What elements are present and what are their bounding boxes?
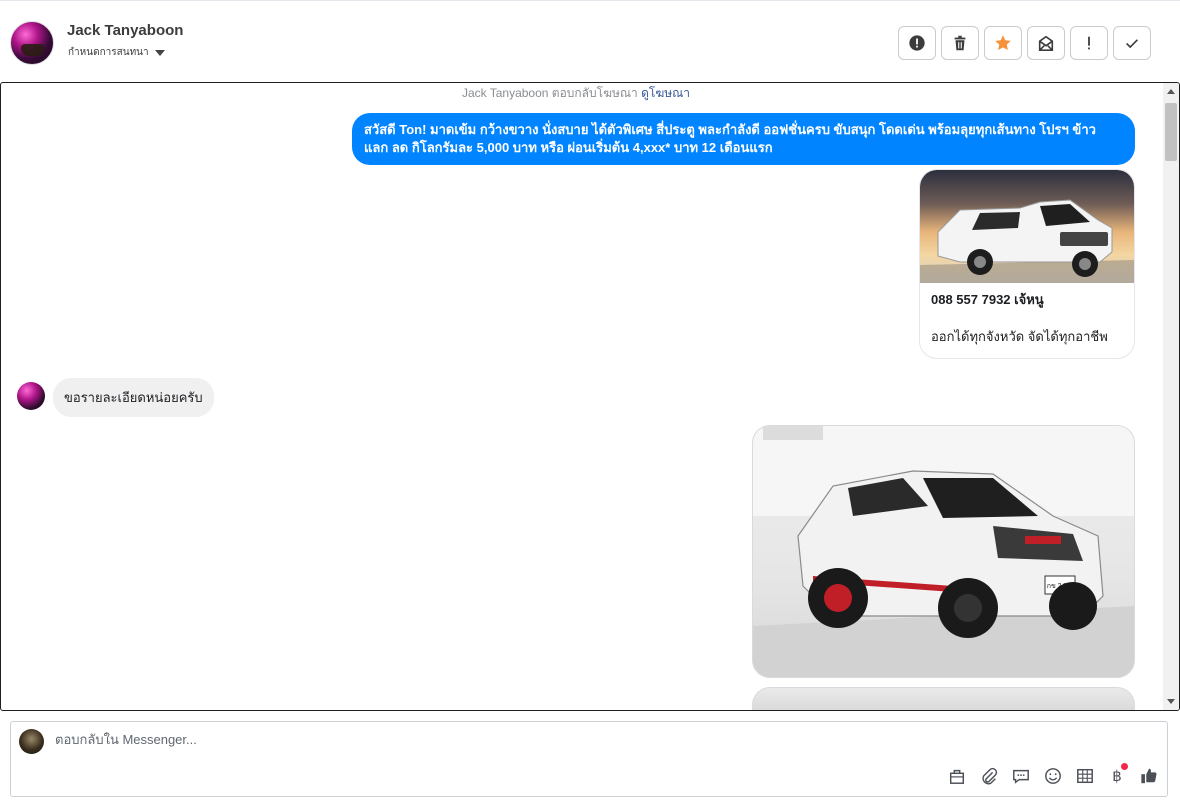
truck-photo-attachment[interactable]: กข 2488 [752,425,1135,678]
table-button[interactable] [1075,766,1095,786]
reply-input[interactable] [55,732,1055,747]
star-button[interactable] [984,26,1022,60]
action-buttons [898,26,1151,60]
composer-tools: ฿ [947,763,1159,786]
delete-button[interactable] [941,26,979,60]
paperclip-icon [982,767,998,785]
card-description-text: ออกได้ทุกจังหวัด จัดได้ทุกอาชีพ [931,329,1108,344]
conversation-status-dropdown[interactable]: กำหนดการสนทนา [68,45,165,60]
ad-reply-note: Jack Tanyaboon ตอบกลับโฆษณา ดูโฆษณา [1,84,1151,103]
saved-reply-icon [1013,769,1029,784]
check-icon [1126,39,1138,49]
outgoing-message-bubble: สวัสดี Ton! มาดเข้ม กว้างขวาง นั่งสบาย ไ… [352,113,1135,165]
table-icon [1077,768,1093,784]
user-name[interactable]: Jack Tanyaboon [67,22,183,39]
notification-dot [1121,763,1128,770]
trash-icon [954,35,966,51]
scroll-down-arrow-icon[interactable] [1167,699,1175,704]
sender-avatar[interactable] [17,382,45,410]
scroll-thumb[interactable] [1165,103,1177,161]
thread-scrollbar[interactable] [1163,83,1179,710]
emoji-icon [1045,768,1061,784]
alert-circle-icon [909,35,925,51]
star-icon [995,35,1011,51]
conversation-status-label: กำหนดการสนทนา [68,47,149,58]
truck-ad-image [920,170,1134,283]
baht-icon: ฿ [1112,768,1122,785]
card-phone-text: 088 557 7932 เจ้หนู [931,292,1044,307]
emoji-button[interactable] [1043,766,1063,786]
exclamation-icon [1088,36,1090,50]
message-thread[interactable]: Jack Tanyaboon ตอบกลับโฆษณา ดูโฆษณา สวัส… [0,82,1180,711]
shop-button[interactable] [947,766,967,786]
caret-down-icon [154,49,165,56]
message-composer: ฿ [10,721,1168,797]
second-photo-attachment[interactable] [752,687,1135,710]
thumbs-up-icon [1141,768,1157,784]
mark-unread-button[interactable] [1027,26,1065,60]
spam-button[interactable] [898,26,936,60]
done-button[interactable] [1113,26,1151,60]
attach-button[interactable] [979,766,999,786]
bag-icon [949,769,965,784]
user-avatar[interactable] [10,21,54,65]
saved-replies-button[interactable] [1011,766,1031,786]
ad-reply-text: Jack Tanyaboon ตอบกลับโฆษณา [461,86,638,100]
scroll-up-arrow-icon[interactable] [1167,89,1175,94]
view-ad-link[interactable]: ดูโฆษณา [641,86,690,100]
like-button[interactable] [1139,766,1159,786]
follow-up-button[interactable] [1070,26,1108,60]
incoming-message-bubble: ขอรายละเอียดหน่อยครับ [53,378,214,417]
ad-card[interactable]: 088 557 7932 เจ้หนู ออกได้ทุกจังหวัด จัด… [919,169,1135,359]
mark-unread-icon [1038,35,1054,52]
page-avatar [19,729,44,754]
payment-button[interactable]: ฿ [1107,763,1128,786]
conversation-header: Jack Tanyaboon กำหนดการสนทนา [0,0,1180,82]
